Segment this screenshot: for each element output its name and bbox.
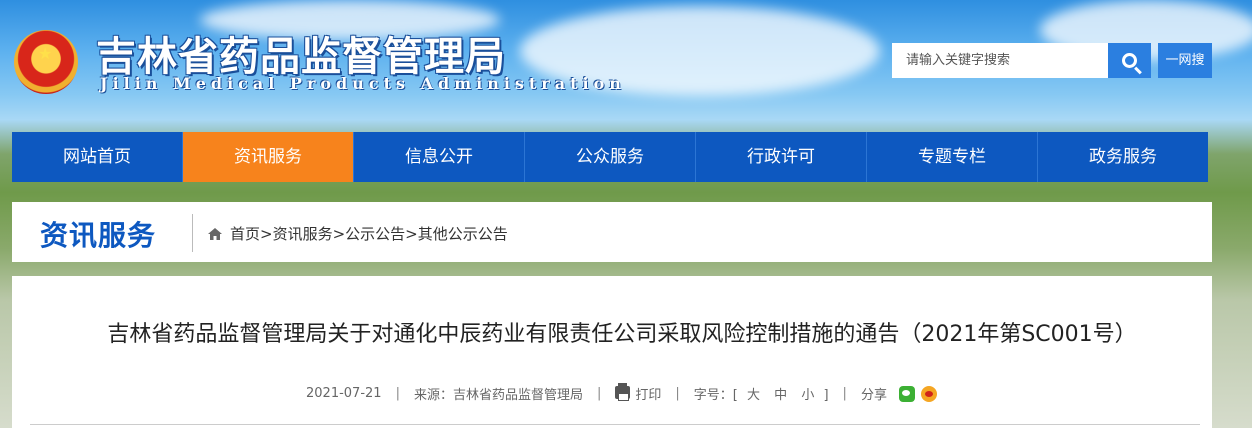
source-label: 来源：: [413, 388, 453, 403]
print-label: 打印: [635, 388, 662, 403]
publish-date: 2021-07-21: [306, 386, 382, 401]
main-nav: 网站首页 资讯服务 信息公开 公众服务 行政许可 专题专栏 政务服务: [12, 132, 1208, 182]
nav-item-public-service[interactable]: 公众服务: [525, 132, 696, 182]
meta-separator: |: [842, 386, 847, 401]
search-button[interactable]: [1108, 43, 1151, 78]
search-input[interactable]: 请输入关键字搜索: [892, 43, 1108, 78]
article-title: 吉林省药品监督管理局关于对通化中辰药业有限责任公司采取风险控制措施的通告（202…: [107, 322, 1137, 347]
breadcrumb[interactable]: 首页>资讯服务>公示公告>其他公示公告: [230, 223, 508, 244]
search-icon: [1122, 53, 1137, 68]
meta-separator: |: [675, 386, 680, 401]
nav-item-gov-service[interactable]: 政务服务: [1038, 132, 1208, 182]
nav-item-home[interactable]: 网站首页: [12, 132, 183, 182]
meta-separator: |: [596, 386, 602, 401]
print-button[interactable]: 打印: [615, 383, 662, 403]
font-size-label: 字号：[: [693, 388, 738, 403]
national-emblem-logo: ★: [14, 30, 78, 94]
breadcrumb-bar: 资讯服务 首页>资讯服务>公示公告>其他公示公告: [12, 202, 1212, 262]
wechat-share-icon[interactable]: [898, 385, 915, 402]
divider: [30, 424, 1200, 425]
home-icon: [208, 228, 222, 240]
yiwang-search-button[interactable]: 一网搜: [1158, 43, 1212, 78]
font-size-large[interactable]: 大: [747, 388, 760, 403]
printer-icon: [615, 383, 631, 401]
article-panel: 吉林省药品监督管理局关于对通化中辰药业有限责任公司采取风险控制措施的通告（202…: [12, 276, 1212, 428]
nav-item-news-service[interactable]: 资讯服务: [183, 132, 354, 182]
weibo-share-icon[interactable]: [920, 385, 937, 402]
font-size-small[interactable]: 小: [801, 388, 814, 403]
share-label: 分享: [860, 388, 887, 403]
font-size-close: ]: [823, 388, 829, 403]
section-title: 资讯服务: [40, 219, 157, 252]
divider: [192, 214, 193, 252]
font-size-medium[interactable]: 中: [774, 388, 787, 403]
nav-item-special-topics[interactable]: 专题专栏: [867, 132, 1038, 182]
font-size-control: 字号：[ 大 中 小 ]: [694, 384, 829, 403]
star-icon: ★: [38, 44, 53, 63]
article-meta: 2021-07-21 | 来源： 吉林省药品监督管理局 | 打印 | 字号：[ …: [306, 383, 937, 403]
nav-item-admin-license[interactable]: 行政许可: [696, 132, 867, 182]
site-subtitle: Jilin Medical Products Administration: [100, 74, 626, 93]
meta-separator: |: [395, 386, 400, 401]
source-value: 吉林省药品监督管理局: [452, 388, 583, 403]
nav-item-info-disclosure[interactable]: 信息公开: [354, 132, 525, 182]
